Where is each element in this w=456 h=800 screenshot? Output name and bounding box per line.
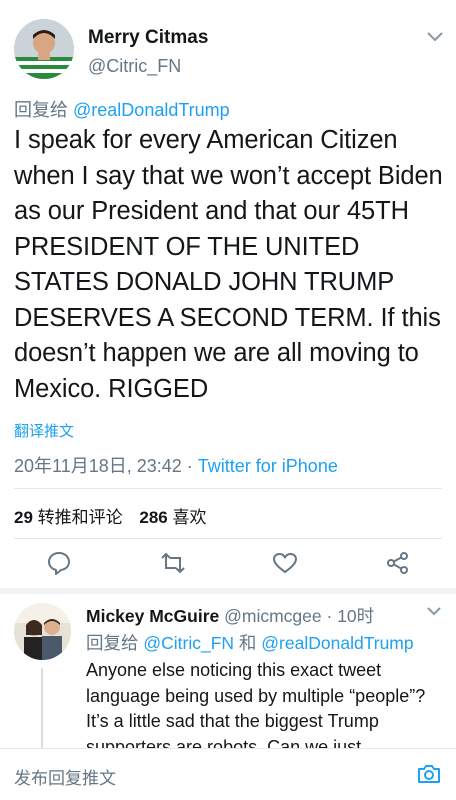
reply-input[interactable]: 发布回复推文 [14, 764, 116, 789]
reply-prefix: 回复给 [86, 633, 139, 653]
divider [14, 538, 442, 539]
reply-time: · 10时 [321, 606, 375, 626]
camera-icon[interactable] [416, 761, 442, 787]
likes-label[interactable]: 喜欢 [173, 508, 207, 527]
reply-button[interactable] [46, 550, 72, 576]
reply-context: 回复给 @realDonaldTrump [14, 96, 230, 122]
share-icon [387, 552, 408, 574]
reply-to-link[interactable]: @realDonaldTrump [261, 633, 413, 653]
reply-display-name[interactable]: Mickey McGuire [86, 606, 219, 626]
tweet-stats: 29 转推和评论 286 喜欢 [14, 503, 219, 528]
reply-to-link[interactable]: @Citric_FN [143, 633, 234, 653]
chevron-down-icon[interactable] [425, 30, 445, 44]
like-button[interactable] [272, 550, 298, 576]
action-bar [0, 550, 456, 580]
retweet-button[interactable] [160, 550, 186, 576]
reply-avatar[interactable] [14, 603, 71, 660]
meta-separator: · [181, 456, 198, 476]
tweet-meta: 20年11月18日, 23:42 · Twitter for iPhone [14, 452, 338, 478]
timestamp: 20年11月18日, 23:42 [14, 456, 182, 476]
section-gap [0, 588, 456, 594]
thread-line [41, 668, 43, 748]
retweet-icon [161, 552, 185, 574]
reply-handle[interactable]: @micmcgee [224, 606, 322, 626]
source-link[interactable]: Twitter for iPhone [198, 456, 338, 476]
translate-link[interactable]: 翻译推文 [14, 420, 74, 441]
reply-icon [48, 552, 70, 575]
divider [14, 488, 442, 489]
reply-prefix: 回复给 [14, 100, 68, 120]
reply-context: 回复给 @Citric_FN 和 @realDonaldTrump [86, 630, 414, 655]
reply-composer[interactable]: 发布回复推文 [0, 748, 456, 800]
display-name[interactable]: Merry Citmas [88, 27, 208, 49]
retweets-count[interactable]: 29 [14, 508, 33, 527]
reply-and: 和 [234, 633, 262, 653]
avatar[interactable] [14, 19, 74, 79]
tweet-text: I speak for every American Citizen when … [14, 126, 443, 403]
reply-to-link[interactable]: @realDonaldTrump [73, 100, 230, 120]
retweets-label[interactable]: 转推和评论 [38, 508, 123, 527]
reply-header: Mickey McGuire @micmcgee · 10时 [86, 603, 374, 628]
likes-count[interactable]: 286 [139, 508, 167, 527]
reply-text: Anyone else noticing this exact tweet la… [86, 660, 426, 748]
heart-icon [273, 553, 297, 573]
share-button[interactable] [385, 550, 411, 576]
user-handle[interactable]: @Citric_FN [88, 56, 181, 77]
chevron-down-icon[interactable] [425, 606, 443, 618]
